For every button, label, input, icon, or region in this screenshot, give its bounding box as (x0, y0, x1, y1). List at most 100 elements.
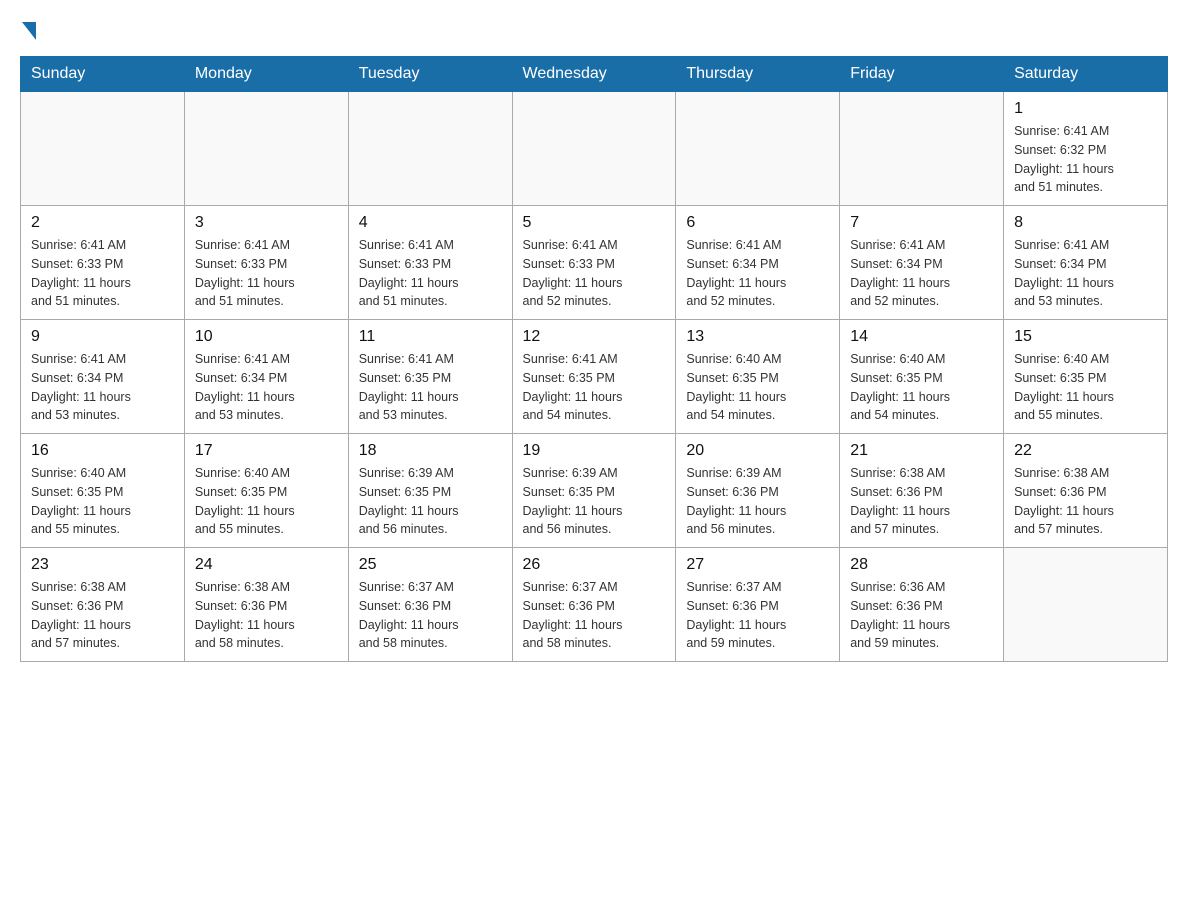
calendar-cell: 2Sunrise: 6:41 AM Sunset: 6:33 PM Daylig… (21, 206, 185, 320)
calendar-cell: 5 Sunrise: 6:41 AM Sunset: 6:33 PM Daylig… (512, 206, 676, 320)
day-info: Sunrise: 6:40 AM Sunset: 6:35 PM Dayligh… (195, 464, 338, 539)
day-number: 15 (1014, 328, 1157, 346)
day-info: Sunrise: 6:41 AM Sunset: 6:34 PM Dayligh… (195, 350, 338, 425)
day-number: 12 (523, 328, 666, 346)
calendar-cell: 12 Sunrise: 6:41 AM Sunset: 6:35 PM Dayli… (512, 320, 676, 434)
calendar-cell: 17 Sunrise: 6:40 AM Sunset: 6:35 PM Dayli… (184, 434, 348, 548)
day-info: Sunrise: 6:39 AM Sunset: 6:35 PM Dayligh… (359, 464, 502, 539)
logo-triangle-icon (22, 22, 36, 40)
calendar-cell: 3 Sunrise: 6:41 AM Sunset: 6:33 PM Daylig… (184, 206, 348, 320)
calendar-cell (21, 92, 185, 206)
calendar-cell: 25Sunrise: 6:37 AM Sunset: 6:36 PM Dayli… (348, 548, 512, 662)
day-info: Sunrise: 6:41 AM Sunset: 6:35 PM Dayligh… (523, 350, 666, 425)
day-number: 23 (31, 556, 174, 574)
calendar-cell: 28 Sunrise: 6:36 AM Sunset: 6:36 PM Dayli… (840, 548, 1004, 662)
calendar-cell: 9 Sunrise: 6:41 AM Sunset: 6:34 PM Daylig… (21, 320, 185, 434)
day-number: 14 (850, 328, 993, 346)
calendar-cell: 7 Sunrise: 6:41 AM Sunset: 6:34 PM Daylig… (840, 206, 1004, 320)
day-number: 20 (686, 442, 829, 460)
day-info: Sunrise: 6:41 AM Sunset: 6:32 PM Dayligh… (1014, 122, 1157, 197)
day-number: 13 (686, 328, 829, 346)
day-of-week-wednesday: Wednesday (512, 57, 676, 92)
day-number: 22 (1014, 442, 1157, 460)
day-number: 26 (523, 556, 666, 574)
day-number: 8 (1014, 214, 1157, 232)
day-info: Sunrise: 6:41 AM Sunset: 6:33 PM Dayligh… (523, 236, 666, 311)
calendar-cell: 1 Sunrise: 6:41 AM Sunset: 6:32 PM Daylig… (1004, 92, 1168, 206)
day-number: 1 (1014, 100, 1157, 118)
day-info: Sunrise: 6:40 AM Sunset: 6:35 PM Dayligh… (31, 464, 174, 539)
day-of-week-friday: Friday (840, 57, 1004, 92)
calendar-week-3: 9 Sunrise: 6:41 AM Sunset: 6:34 PM Daylig… (21, 320, 1168, 434)
calendar-cell (676, 92, 840, 206)
calendar-cell: 18 Sunrise: 6:39 AM Sunset: 6:35 PM Dayli… (348, 434, 512, 548)
day-number: 25 (359, 556, 502, 574)
day-of-week-tuesday: Tuesday (348, 57, 512, 92)
calendar-week-4: 16 Sunrise: 6:40 AM Sunset: 6:35 PM Dayli… (21, 434, 1168, 548)
day-number: 3 (195, 214, 338, 232)
day-number: 11 (359, 328, 502, 346)
day-number: 10 (195, 328, 338, 346)
calendar-table: SundayMondayTuesdayWednesdayThursdayFrid… (20, 56, 1168, 662)
day-number: 17 (195, 442, 338, 460)
calendar-cell: 10 Sunrise: 6:41 AM Sunset: 6:34 PM Dayli… (184, 320, 348, 434)
calendar-cell: 16 Sunrise: 6:40 AM Sunset: 6:35 PM Dayli… (21, 434, 185, 548)
calendar-cell (512, 92, 676, 206)
day-number: 24 (195, 556, 338, 574)
day-info: Sunrise: 6:36 AM Sunset: 6:36 PM Dayligh… (850, 578, 993, 653)
day-info: Sunrise: 6:37 AM Sunset: 6:36 PM Dayligh… (686, 578, 829, 653)
day-number: 16 (31, 442, 174, 460)
page-header (20, 20, 1168, 36)
calendar-header: SundayMondayTuesdayWednesdayThursdayFrid… (21, 57, 1168, 92)
day-number: 19 (523, 442, 666, 460)
day-info: Sunrise: 6:37 AM Sunset: 6:36 PM Dayligh… (523, 578, 666, 653)
day-number: 18 (359, 442, 502, 460)
day-number: 27 (686, 556, 829, 574)
calendar-cell (348, 92, 512, 206)
calendar-cell (184, 92, 348, 206)
day-info: Sunrise: 6:41 AM Sunset: 6:35 PM Dayligh… (359, 350, 502, 425)
day-info: Sunrise: 6:39 AM Sunset: 6:35 PM Dayligh… (523, 464, 666, 539)
day-of-week-thursday: Thursday (676, 57, 840, 92)
calendar-body: 1 Sunrise: 6:41 AM Sunset: 6:32 PM Daylig… (21, 92, 1168, 662)
calendar-cell: 21 Sunrise: 6:38 AM Sunset: 6:36 PM Dayli… (840, 434, 1004, 548)
day-info: Sunrise: 6:41 AM Sunset: 6:34 PM Dayligh… (1014, 236, 1157, 311)
day-number: 6 (686, 214, 829, 232)
day-number: 9 (31, 328, 174, 346)
day-info: Sunrise: 6:41 AM Sunset: 6:34 PM Dayligh… (850, 236, 993, 311)
calendar-cell: 22 Sunrise: 6:38 AM Sunset: 6:36 PM Dayli… (1004, 434, 1168, 548)
day-info: Sunrise: 6:41 AM Sunset: 6:34 PM Dayligh… (686, 236, 829, 311)
day-info: Sunrise: 6:40 AM Sunset: 6:35 PM Dayligh… (1014, 350, 1157, 425)
calendar-cell: 23 Sunrise: 6:38 AM Sunset: 6:36 PM Dayli… (21, 548, 185, 662)
calendar-week-5: 23 Sunrise: 6:38 AM Sunset: 6:36 PM Dayli… (21, 548, 1168, 662)
day-number: 21 (850, 442, 993, 460)
calendar-cell: 27 Sunrise: 6:37 AM Sunset: 6:36 PM Dayli… (676, 548, 840, 662)
day-number: 5 (523, 214, 666, 232)
day-info: Sunrise: 6:40 AM Sunset: 6:35 PM Dayligh… (686, 350, 829, 425)
calendar-cell: 13 Sunrise: 6:40 AM Sunset: 6:35 PM Dayli… (676, 320, 840, 434)
calendar-cell: 20 Sunrise: 6:39 AM Sunset: 6:36 PM Dayli… (676, 434, 840, 548)
calendar-cell (1004, 548, 1168, 662)
calendar-cell: 4Sunrise: 6:41 AM Sunset: 6:33 PM Daylig… (348, 206, 512, 320)
days-of-week-row: SundayMondayTuesdayWednesdayThursdayFrid… (21, 57, 1168, 92)
calendar-week-1: 1 Sunrise: 6:41 AM Sunset: 6:32 PM Daylig… (21, 92, 1168, 206)
day-info: Sunrise: 6:41 AM Sunset: 6:33 PM Dayligh… (195, 236, 338, 311)
day-info: Sunrise: 6:39 AM Sunset: 6:36 PM Dayligh… (686, 464, 829, 539)
day-info: Sunrise: 6:38 AM Sunset: 6:36 PM Dayligh… (1014, 464, 1157, 539)
calendar-cell: 14Sunrise: 6:40 AM Sunset: 6:35 PM Dayli… (840, 320, 1004, 434)
day-info: Sunrise: 6:41 AM Sunset: 6:34 PM Dayligh… (31, 350, 174, 425)
day-number: 7 (850, 214, 993, 232)
day-info: Sunrise: 6:41 AM Sunset: 6:33 PM Dayligh… (359, 236, 502, 311)
day-of-week-saturday: Saturday (1004, 57, 1168, 92)
day-info: Sunrise: 6:38 AM Sunset: 6:36 PM Dayligh… (31, 578, 174, 653)
day-info: Sunrise: 6:38 AM Sunset: 6:36 PM Dayligh… (850, 464, 993, 539)
day-number: 28 (850, 556, 993, 574)
day-of-week-monday: Monday (184, 57, 348, 92)
day-of-week-sunday: Sunday (21, 57, 185, 92)
calendar-cell (840, 92, 1004, 206)
calendar-cell: 11 Sunrise: 6:41 AM Sunset: 6:35 PM Dayli… (348, 320, 512, 434)
calendar-cell: 19 Sunrise: 6:39 AM Sunset: 6:35 PM Dayli… (512, 434, 676, 548)
day-info: Sunrise: 6:41 AM Sunset: 6:33 PM Dayligh… (31, 236, 174, 311)
calendar-cell: 26 Sunrise: 6:37 AM Sunset: 6:36 PM Dayli… (512, 548, 676, 662)
calendar-week-2: 2Sunrise: 6:41 AM Sunset: 6:33 PM Daylig… (21, 206, 1168, 320)
